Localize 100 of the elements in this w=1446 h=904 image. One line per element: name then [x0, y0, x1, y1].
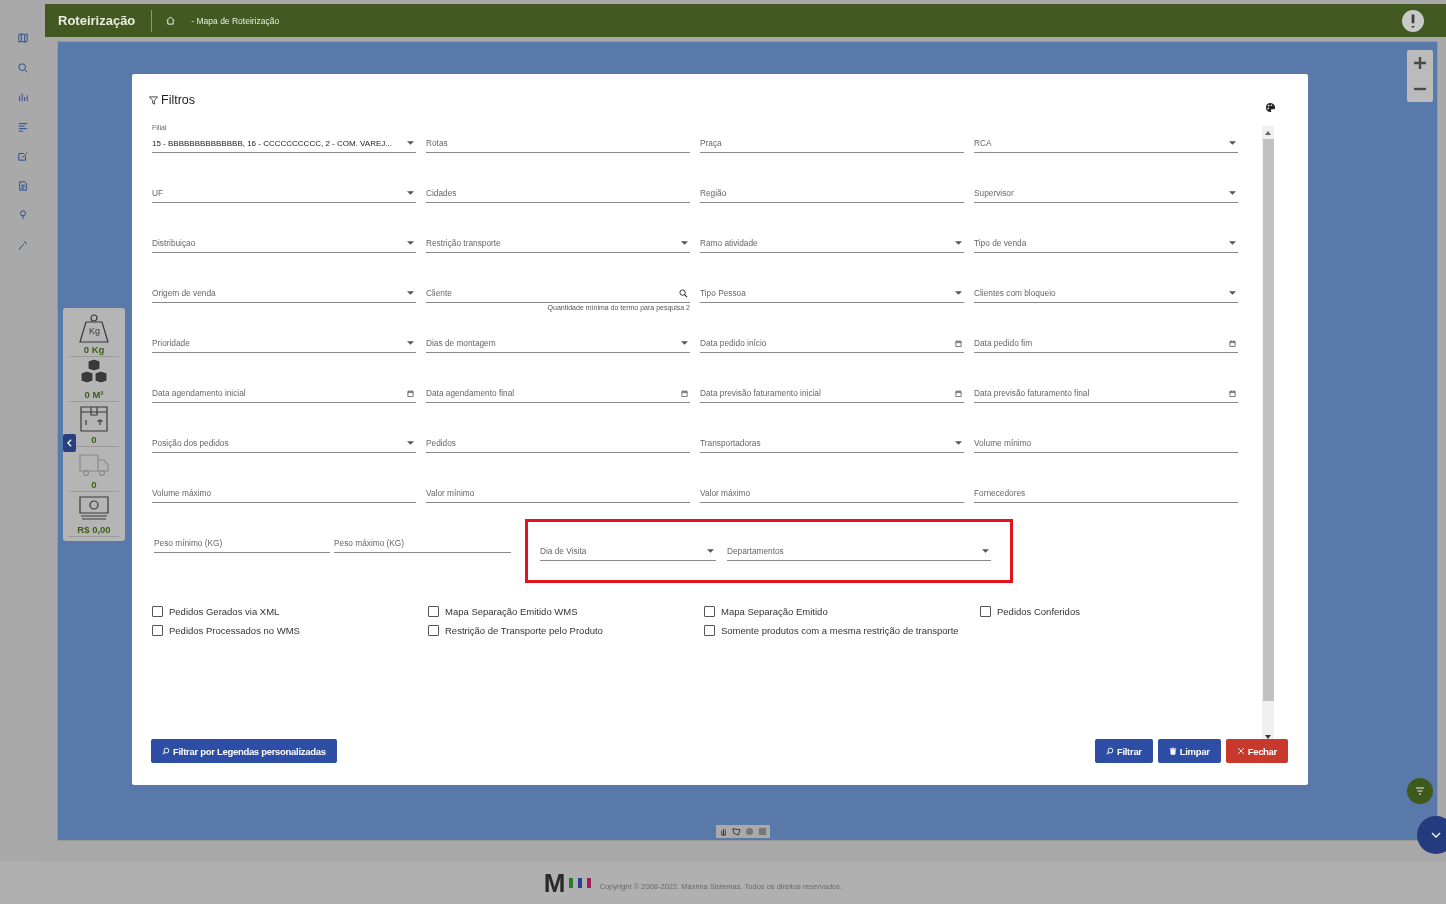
caret-icon: [681, 241, 688, 245]
date-field[interactable]: Data agendamento inicial: [152, 384, 416, 403]
zoom-in-icon[interactable]: [1413, 56, 1427, 70]
checkbox[interactable]: [704, 625, 715, 636]
caret-icon: [407, 341, 414, 345]
date-field[interactable]: Data previsão faturamento inicial: [700, 384, 964, 403]
date-field[interactable]: Data pedido início: [700, 334, 964, 353]
chevron-left-icon: [67, 439, 72, 447]
caret-icon: [707, 549, 714, 553]
checkbox[interactable]: [152, 625, 163, 636]
bars-icon[interactable]: [17, 92, 28, 102]
checkbox[interactable]: [428, 625, 439, 636]
select-field[interactable]: RCA: [974, 134, 1238, 153]
pin-icon[interactable]: [17, 210, 28, 220]
search-icon: [1105, 747, 1114, 755]
scroll-down-fab[interactable]: [1417, 816, 1446, 854]
input-field[interactable]: Rotas: [426, 134, 690, 153]
close-button[interactable]: Fechar: [1225, 739, 1288, 763]
alert-icon[interactable]: [1402, 9, 1424, 32]
caret-icon: [955, 291, 962, 295]
input-field[interactable]: Valor mínimo: [426, 484, 690, 503]
clear-button[interactable]: Limpar: [1157, 739, 1221, 763]
scroll-up-icon[interactable]: [1265, 131, 1271, 135]
chevron-down-icon: [1431, 832, 1441, 838]
select-field[interactable]: Tipo Pessoa: [700, 284, 964, 303]
stat-value: 0: [91, 434, 97, 445]
input-field[interactable]: Região: [700, 184, 964, 203]
caret-icon: [1229, 291, 1236, 295]
date-field[interactable]: Data pedido fim: [974, 334, 1238, 353]
list-icon[interactable]: [17, 121, 28, 132]
caret-icon: [407, 241, 414, 245]
doc-icon[interactable]: [17, 180, 28, 191]
calendar-icon: [681, 389, 688, 397]
trash-icon: [1168, 747, 1177, 755]
select-field[interactable]: Transportadoras: [700, 434, 964, 453]
date-field[interactable]: Data agendamento final: [426, 384, 690, 403]
select-field[interactable]: Dias de montagem: [426, 334, 690, 353]
calendar-icon: [1229, 389, 1236, 397]
collapse-button[interactable]: [63, 434, 76, 452]
home-icon[interactable]: [166, 16, 176, 25]
search-icon: [679, 288, 688, 298]
caret-icon: [407, 191, 414, 195]
filter-fab[interactable]: [1407, 778, 1433, 804]
input-field[interactable]: Fornecedores: [974, 484, 1238, 503]
select-field[interactable]: 15 - BBBBBBBBBBBBBB, 16 - CCCCCCCCCC, 2 - COM. VAREJ...: [152, 134, 416, 153]
select-field[interactable]: UF: [152, 184, 416, 203]
select-field[interactable]: Prioridade: [152, 334, 416, 353]
input-field[interactable]: Praça: [700, 134, 964, 153]
filter-icon: [149, 96, 158, 105]
select-field[interactable]: Departamentos: [727, 542, 991, 561]
select-field[interactable]: Origem de venda: [152, 284, 416, 303]
edit-icon[interactable]: [17, 151, 28, 161]
logo-text: M: [543, 867, 566, 899]
caret-icon: [407, 441, 414, 445]
stat-value: R$ 0,00: [77, 524, 111, 535]
input-field[interactable]: Peso máximo (KG): [334, 534, 511, 553]
select-field[interactable]: Ramo atividade: [700, 234, 964, 253]
checkbox-label: Pedidos Gerados via XML: [169, 606, 280, 617]
search-icon: [162, 747, 170, 755]
select-field[interactable]: Clientes com bloqueio: [974, 284, 1238, 303]
select-field[interactable]: Dia de Visita: [540, 542, 716, 561]
map-icon[interactable]: [17, 33, 28, 43]
logo-bars-icon: [567, 877, 592, 889]
input-field[interactable]: Pedidos: [426, 434, 690, 453]
caret-icon: [407, 291, 414, 295]
select-field[interactable]: Tipo de venda: [974, 234, 1238, 253]
input-field[interactable]: Volume máximo: [152, 484, 416, 503]
search-field[interactable]: Cliente: [426, 284, 690, 303]
palette-icon[interactable]: [1265, 102, 1276, 113]
caret-icon: [982, 549, 989, 553]
filter-button[interactable]: Filtrar: [1094, 739, 1153, 763]
input-field[interactable]: Volume mínimo: [974, 434, 1238, 453]
breadcrumb[interactable]: - Mapa de Roteirização: [191, 15, 280, 26]
input-field[interactable]: Cidades: [426, 184, 690, 203]
checkbox[interactable]: [428, 606, 439, 617]
dialog-title: Filtros: [161, 94, 196, 106]
select-field[interactable]: Supervisor: [974, 184, 1238, 203]
stat-value: 0: [91, 479, 97, 490]
polygon-icon[interactable]: [732, 827, 741, 836]
box-icon: [78, 404, 110, 434]
input-field[interactable]: Peso mínimo (KG): [154, 534, 330, 553]
select-field[interactable]: Distribuiçao: [152, 234, 416, 253]
search-icon[interactable]: [17, 62, 28, 73]
checkbox[interactable]: [152, 606, 163, 617]
checkbox-label: Restrição de Transporte pelo Produto: [445, 625, 603, 636]
date-field[interactable]: Data previsão faturamento final: [974, 384, 1238, 403]
caret-icon: [681, 341, 688, 345]
calendar-icon: [407, 389, 414, 397]
input-field[interactable]: Valor máximo: [700, 484, 964, 503]
caret-icon: [1229, 141, 1236, 145]
checkbox-label: Mapa Separação Emitido WMS: [445, 606, 578, 617]
checkbox[interactable]: [980, 606, 991, 617]
caret-icon: [1229, 191, 1236, 195]
legend-filter-button[interactable]: Filtrar por Legendas personalizadas: [151, 739, 337, 763]
calendar-icon: [955, 339, 962, 347]
select-field[interactable]: Restrição transporte: [426, 234, 690, 253]
checkbox[interactable]: [704, 606, 715, 617]
select-field[interactable]: Posição dos pedidos: [152, 434, 416, 453]
filter-lines-icon: [1415, 787, 1425, 795]
checkbox-label: Pedidos Conferidos: [997, 606, 1080, 617]
